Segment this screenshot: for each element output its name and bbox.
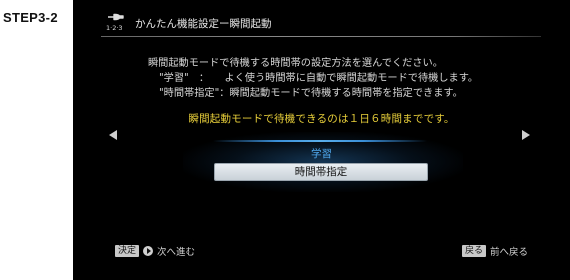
footer-next-label: 次へ進む <box>157 247 196 258</box>
description: 瞬間起動モードで待機する時間帯の設定方法を選んでください。 "学習" ： よく使… <box>148 56 478 101</box>
description-line-3: "時間帯指定"：瞬間起動モードで待機する時間帯を指定できます。 <box>159 88 463 99</box>
page-title: かんたん機能設定ー瞬間起動 <box>135 18 272 30</box>
wrench-icon: 1·2·3 <box>106 13 124 32</box>
description-line-2: "学習" ： よく使う時間帯に自動で瞬間起動モードで待機します。 <box>159 73 479 84</box>
tv-screen: 1·2·3 かんたん機能設定ー瞬間起動 瞬間起動モードで待機する時間帯の設定方法… <box>73 0 570 280</box>
footer-confirm[interactable]: 決定 次へ進む <box>115 244 195 258</box>
header: 1·2·3 かんたん機能設定ー瞬間起動 <box>73 7 570 35</box>
description-line-1: 瞬間起動モードで待機する時間帯の設定方法を選んでください。 <box>148 58 443 69</box>
arrow-right-icon[interactable] <box>522 130 530 140</box>
footer-back-label: 前へ戻る <box>490 247 529 258</box>
step-label: STEP3-2 <box>3 10 58 25</box>
confirm-key-badge: 決定 <box>115 245 140 257</box>
menu-item-learning[interactable]: 学習 <box>73 146 570 161</box>
header-divider <box>101 36 541 37</box>
back-key-badge: 戻る <box>462 245 487 257</box>
footer-back[interactable]: 戻る 前へ戻る <box>462 244 528 258</box>
menu-divider <box>213 140 427 142</box>
menu-item-time-slot[interactable]: 時間帯指定 <box>214 163 428 181</box>
arrow-left-icon[interactable] <box>109 130 117 140</box>
notice-text: 瞬間起動モードで待機できるのは１日６時間までです。 <box>188 113 455 125</box>
header-icon-label: 1·2·3 <box>106 24 123 32</box>
next-arrow-icon <box>143 246 154 256</box>
